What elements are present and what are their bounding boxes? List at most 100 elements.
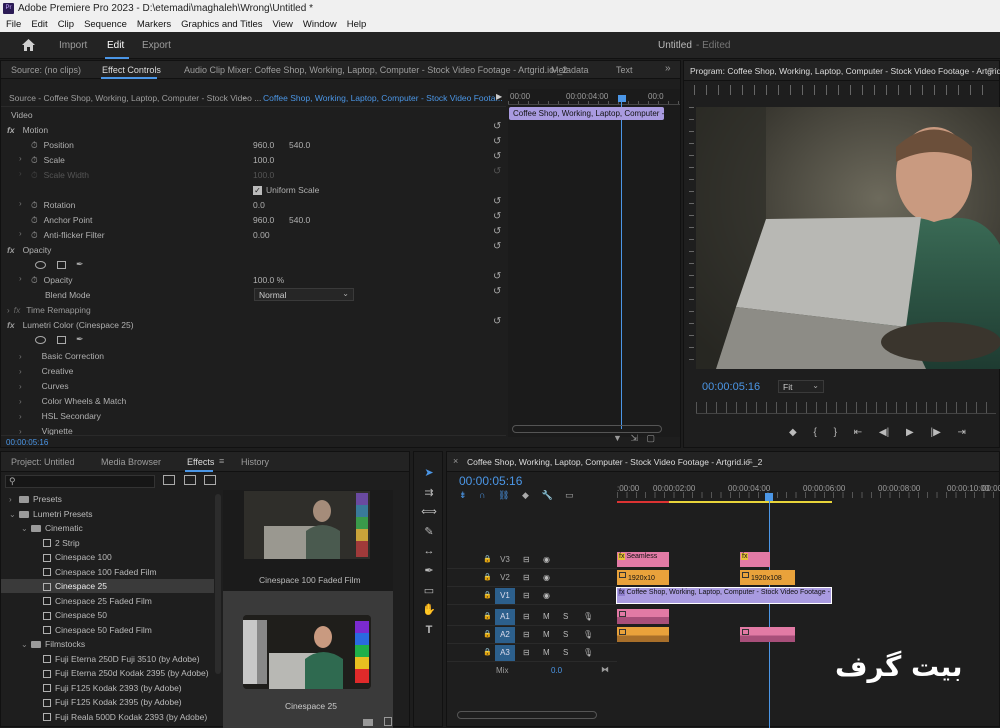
antiflicker-expand-icon[interactable]: › [19, 229, 22, 238]
tab-effect-controls[interactable]: Effect Controls [102, 65, 161, 75]
ec-clip-bar[interactable]: Coffee Shop, Working, Laptop, Computer - [509, 107, 664, 120]
add-marker-icon[interactable]: ◆ [522, 490, 529, 500]
tree-preset[interactable]: Fuji Reala 500D Kodak 2393 (by Adobe) [1, 710, 214, 724]
tab-effects[interactable]: Effects [187, 457, 214, 467]
solo-icon[interactable]: S [563, 630, 568, 639]
clip-v3-seamless[interactable]: fx Seamless [617, 552, 669, 567]
anchor-y[interactable]: 540.0 [289, 213, 310, 228]
antiflicker-value[interactable]: 0.00 [253, 228, 270, 243]
clip-v3-b[interactable]: fx [740, 552, 770, 567]
pen-mask-icon[interactable]: ✒ [76, 259, 84, 269]
delete-icon[interactable] [383, 717, 392, 726]
sync-icon[interactable]: ⊟ [523, 555, 530, 564]
tree-preset[interactable]: Fuji F125 Kodak 2393 (by Adobe) [1, 681, 214, 695]
lumetri-curves[interactable]: › Curves [19, 379, 69, 394]
scale-expand-icon[interactable]: › [19, 154, 22, 163]
mic-icon[interactable]: 🎙 [583, 612, 593, 621]
stopwatch-icon[interactable]: ⏱ [31, 138, 38, 153]
rotation-value[interactable]: 0.0 [253, 198, 265, 213]
ellipse-mask-icon[interactable] [35, 335, 46, 344]
tree-preset[interactable]: 2 Strip [1, 536, 214, 550]
stopwatch-icon[interactable]: ⏱ [31, 273, 38, 288]
accelerated-effects-icon[interactable] [163, 475, 175, 485]
tree-preset[interactable]: Fuji F125 Kodak 2395 (by Adobe) [1, 695, 214, 709]
timeline-playhead[interactable] [765, 493, 773, 501]
tree-folder[interactable]: ⌄ Lumetri Presets [1, 507, 214, 521]
menu-help[interactable]: Help [347, 19, 367, 30]
tree-preset[interactable]: Fuji Eterna 250d Kodak 2395 (by Adobe) [1, 666, 214, 680]
tree-folder[interactable]: ⌄ Cinematic [1, 521, 214, 535]
timeline-ruler[interactable]: :00:00 00:00:02:00 00:00:04:00 00:00:06:… [617, 480, 1000, 504]
tab-edit[interactable]: Edit [107, 40, 124, 51]
track-name[interactable]: V2 [495, 570, 515, 586]
tab-project[interactable]: Project: Untitled [11, 457, 75, 467]
tree-preset[interactable]: Cinespace 25 Faded Film [1, 594, 214, 608]
eye-icon[interactable]: ◉ [543, 591, 550, 600]
sequence-menu-icon[interactable]: ≡ [747, 456, 752, 466]
settings-icon[interactable]: ▢ [647, 433, 656, 444]
lock-icon[interactable]: 🔒 [483, 591, 492, 599]
time-remap-row[interactable]: › fx Time Remapping [7, 303, 91, 318]
go-to-out-icon[interactable]: ⇥ [958, 427, 966, 438]
eye-icon[interactable]: ◉ [543, 573, 550, 582]
go-to-in-icon[interactable]: ⇤ [854, 427, 862, 438]
slip-tool-icon[interactable]: ↔ [419, 542, 439, 562]
sync-icon[interactable]: ⊟ [523, 573, 530, 582]
ec-scrollbar[interactable] [512, 425, 662, 433]
lumetri-reset-icon[interactable]: ↺ [493, 316, 501, 327]
fit-select[interactable]: Fit ⌄ [778, 380, 824, 393]
yuv-effects-icon[interactable] [204, 475, 217, 485]
menu-graphics[interactable]: Graphics and Titles [181, 19, 262, 30]
motion-row[interactable]: fx Motion [7, 123, 48, 138]
scale-reset-icon[interactable]: ↺ [493, 151, 501, 162]
pen-mask-icon[interactable]: ✒ [76, 334, 84, 344]
type-tool-icon[interactable]: T [419, 621, 439, 641]
blend-reset-icon[interactable]: ↺ [493, 286, 501, 297]
tree-preset[interactable]: Cinespace 50 Faded Film [1, 623, 214, 637]
clip-v2-b[interactable]: 1920x108 [740, 570, 795, 585]
solo-icon[interactable]: S [563, 648, 568, 657]
menu-edit[interactable]: Edit [31, 19, 47, 30]
lock-icon[interactable]: 🔒 [483, 573, 492, 581]
clip-v1-main[interactable]: fx Coffee Shop, Working, Laptop, Computer… [616, 587, 832, 604]
source-dropdown-icon[interactable]: ⌄ [241, 92, 248, 101]
menu-sequence[interactable]: Sequence [84, 19, 127, 30]
menu-window[interactable]: Window [303, 19, 337, 30]
track-name[interactable]: V1 [495, 588, 515, 604]
sync-icon[interactable]: ⊟ [523, 630, 530, 639]
tree-preset[interactable]: Cinespace 50 [1, 608, 214, 622]
eye-icon[interactable]: ◉ [543, 555, 550, 564]
ec-playhead[interactable] [618, 95, 626, 102]
antiflicker-reset-icon[interactable]: ↺ [493, 226, 501, 237]
overflow-chevron-icon[interactable]: » [665, 63, 671, 74]
mic-icon[interactable]: 🎙 [583, 648, 593, 657]
rotation-reset-icon[interactable]: ↺ [493, 196, 501, 207]
lumetri-basic[interactable]: › Basic Correction [19, 349, 104, 364]
stopwatch-icon[interactable]: ⏱ [31, 198, 38, 213]
tree-preset[interactable]: Cinespace 100 Faded Film [1, 565, 214, 579]
clip-a2-a[interactable] [617, 627, 669, 642]
ripple-edit-tool-icon[interactable]: ⟺ [419, 503, 439, 523]
track-name[interactable]: A1 [495, 609, 515, 625]
clip-a2-b[interactable] [740, 627, 795, 642]
program-menu-icon[interactable]: ≡ [988, 65, 993, 75]
effects-search-field[interactable] [20, 476, 150, 487]
rectangle-tool-icon[interactable]: ▭ [419, 582, 439, 602]
opacity-expand-icon[interactable]: › [19, 274, 22, 283]
position-x[interactable]: 960.0 [253, 138, 274, 153]
selection-tool-icon[interactable]: ➤ [419, 464, 439, 484]
lock-icon[interactable]: 🔒 [483, 648, 492, 656]
preview-1-thumb[interactable] [244, 491, 370, 559]
tab-history[interactable]: History [241, 457, 269, 467]
anchor-reset-icon[interactable]: ↺ [493, 211, 501, 222]
timeline-scrollbar[interactable] [457, 711, 597, 719]
lumetri-row[interactable]: fx Lumetri Color (Cinespace 25) [7, 318, 134, 333]
captions-icon[interactable]: ▭ [565, 490, 574, 500]
ellipse-mask-icon[interactable] [35, 260, 46, 269]
lock-icon[interactable]: 🔒 [483, 555, 492, 563]
tab-metadata[interactable]: Metadata [551, 65, 589, 75]
tree-preset[interactable]: Cinespace 100 [1, 550, 214, 564]
effects-search-input[interactable]: ⚲ [5, 475, 155, 488]
export-frame-icon[interactable]: ⇲ [630, 433, 638, 444]
clip-v2-a[interactable]: 1920x10 [617, 570, 669, 585]
